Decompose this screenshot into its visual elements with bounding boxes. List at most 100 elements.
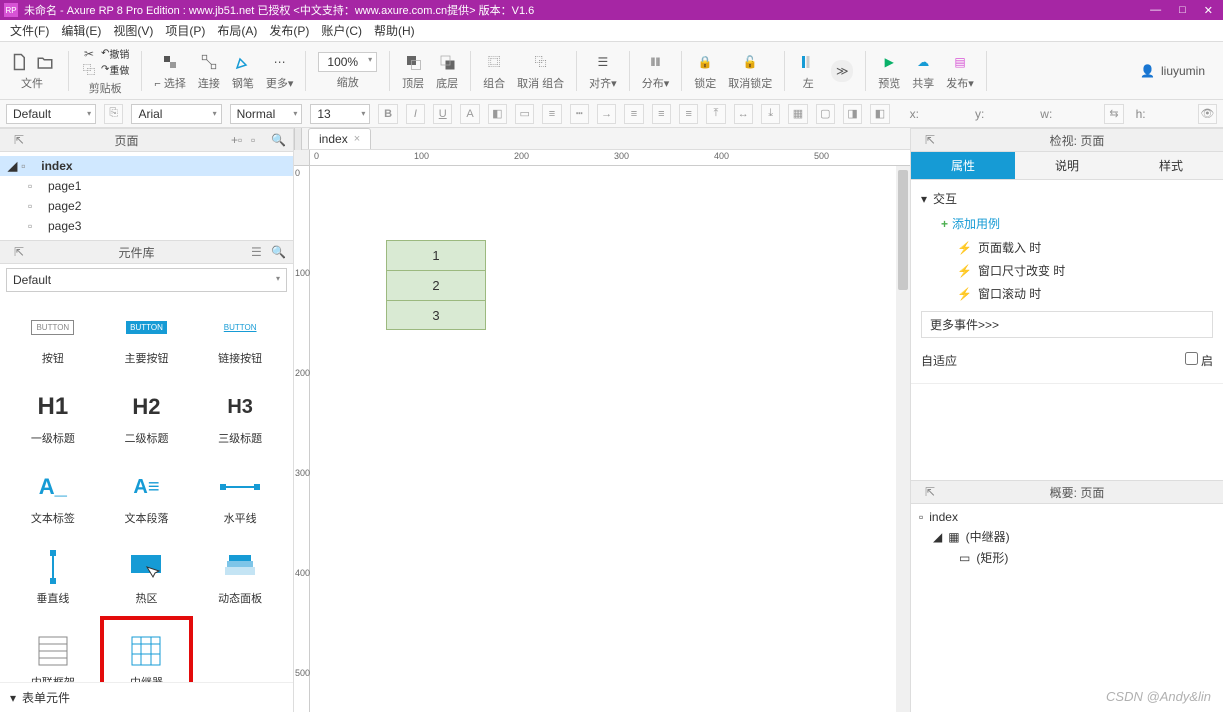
group-icon[interactable]: ⿴ — [483, 51, 505, 73]
menu-view[interactable]: 视图(V) — [107, 22, 159, 39]
fill-button[interactable]: ▦ — [788, 104, 807, 124]
border-outer[interactable]: ▢ — [816, 104, 835, 124]
align-left-icon[interactable] — [797, 51, 819, 73]
widget-iframe[interactable]: 内联框架 — [6, 616, 100, 682]
menu-edit[interactable]: 编辑(E) — [55, 22, 107, 39]
weight-combo[interactable]: Normal — [230, 104, 303, 124]
widget-repeater[interactable]: 中继器 — [100, 616, 194, 682]
publish-icon[interactable]: ▤ — [949, 51, 971, 73]
connect-tool-icon[interactable] — [198, 51, 220, 73]
font-combo[interactable]: Arial — [131, 104, 221, 124]
arrow-button[interactable]: → — [597, 104, 616, 124]
widget-text-label[interactable]: A_文本标签 — [6, 456, 100, 536]
widget-dynamic-panel[interactable]: 动态面板 — [193, 536, 287, 616]
border-button[interactable]: ▭ — [515, 104, 534, 124]
h-input[interactable] — [1154, 105, 1190, 123]
library-combo[interactable]: Default — [6, 268, 287, 292]
menu-file[interactable]: 文件(F) — [4, 22, 55, 39]
search-pages-icon[interactable]: 🔍 — [271, 133, 285, 147]
fontsize-combo[interactable]: 13 — [310, 104, 370, 124]
menu-layout[interactable]: 布局(A) — [211, 22, 263, 39]
event-page-load[interactable]: ⚡页面载入 时 — [921, 236, 1213, 259]
style-combo[interactable]: Default — [6, 104, 96, 124]
repeater-widget[interactable]: 1 2 3 — [386, 240, 486, 330]
interactions-header[interactable]: ▾交互 — [921, 186, 1213, 211]
copy-icon[interactable]: ⿻ — [81, 62, 97, 78]
style-manager-icon[interactable]: ⎘ — [104, 104, 123, 124]
lock-aspect-icon[interactable]: ⇆ — [1104, 104, 1123, 124]
x-input[interactable] — [927, 105, 963, 123]
align-right-text[interactable]: ≡ — [679, 104, 698, 124]
add-page-icon[interactable]: +▫ — [231, 133, 245, 147]
redo-button[interactable]: ↷ 重做 — [101, 62, 129, 78]
cut-icon[interactable]: ✂ — [81, 46, 97, 62]
align-left-text[interactable]: ≡ — [624, 104, 643, 124]
form-widgets-section[interactable]: ▾ 表单元件 — [0, 682, 293, 712]
page-item[interactable]: ▫page2 — [0, 196, 293, 216]
widget-text-paragraph[interactable]: A≡文本段落 — [100, 456, 194, 536]
undo-button[interactable]: ↶ 撤销 — [101, 46, 129, 62]
preview-icon[interactable]: ▶ — [878, 51, 900, 73]
italic-button[interactable]: I — [406, 104, 425, 124]
zoom-input[interactable]: 100% — [318, 52, 377, 72]
collapse-icon[interactable]: ⇱ — [14, 133, 28, 147]
align-center-text[interactable]: ≡ — [652, 104, 671, 124]
tab-notes[interactable]: 说明 — [1015, 152, 1119, 180]
menu-publish[interactable]: 发布(P) — [263, 22, 315, 39]
more-tools-icon[interactable]: ≫ — [831, 60, 853, 82]
distribute-icon[interactable]: ‖‖ — [644, 51, 666, 73]
outline-root[interactable]: ▫index — [919, 508, 1215, 526]
widget-h1[interactable]: H1一级标题 — [6, 376, 100, 456]
list-view-icon[interactable]: ☰ — [251, 245, 265, 259]
canvas-tab[interactable]: index × — [308, 128, 371, 149]
y-input[interactable] — [992, 105, 1028, 123]
line-style-button[interactable]: ┅ — [570, 104, 589, 124]
more-events-button[interactable]: 更多事件>>> — [921, 311, 1213, 338]
align-middle[interactable]: ↔ — [734, 104, 753, 124]
outline-repeater[interactable]: ◢▦(中继器) — [919, 526, 1215, 547]
search-widgets-icon[interactable]: 🔍 — [271, 245, 285, 259]
tab-properties[interactable]: 属性 — [911, 152, 1015, 180]
page-root[interactable]: ◢ ▫ index — [0, 156, 293, 176]
bring-front-icon[interactable] — [402, 51, 424, 73]
ungroup-icon[interactable]: ⿻ — [530, 51, 552, 73]
repeater-row[interactable]: 2 — [386, 270, 486, 300]
select-tool-icon[interactable] — [159, 51, 181, 73]
align-bottom[interactable]: ⤓ — [761, 104, 780, 124]
menu-help[interactable]: 帮助(H) — [368, 22, 421, 39]
close-button[interactable]: ✕ — [1204, 4, 1213, 17]
design-canvas[interactable]: 1 2 3 — [310, 166, 910, 712]
collapse-icon[interactable]: ⇱ — [14, 245, 28, 259]
username[interactable]: liuyumin — [1161, 64, 1205, 78]
vertical-scrollbar[interactable] — [896, 166, 910, 712]
menu-account[interactable]: 账户(C) — [315, 22, 368, 39]
widget-primary-button[interactable]: BUTTON主要按钮 — [100, 296, 194, 376]
widget-hotspot[interactable]: 热区 — [100, 536, 194, 616]
close-tab-icon[interactable]: × — [354, 133, 360, 145]
widget-link-button[interactable]: BUTTON链接按钮 — [193, 296, 287, 376]
more-icon[interactable]: ⋯ — [269, 51, 291, 73]
widget-button[interactable]: BUTTON按钮 — [6, 296, 100, 376]
page-item[interactable]: ▫page1 — [0, 176, 293, 196]
new-file-icon[interactable] — [8, 51, 30, 73]
event-window-resize[interactable]: ⚡窗口尺寸改变 时 — [921, 259, 1213, 282]
widget-vline[interactable]: 垂直线 — [6, 536, 100, 616]
collapse-icon[interactable]: ⇱ — [925, 485, 939, 499]
page-item[interactable]: ▫page3 — [0, 216, 293, 236]
adaptive-checkbox[interactable]: 启 — [1185, 352, 1213, 369]
repeater-row[interactable]: 3 — [386, 300, 486, 330]
fill-color-button[interactable]: ◧ — [488, 104, 507, 124]
repeater-row[interactable]: 1 — [386, 240, 486, 270]
underline-button[interactable]: U — [433, 104, 452, 124]
open-folder-icon[interactable] — [34, 51, 56, 73]
bold-button[interactable]: B — [378, 104, 397, 124]
shadow-outer[interactable]: ◧ — [870, 104, 889, 124]
menu-project[interactable]: 项目(P) — [159, 22, 211, 39]
unlock-icon[interactable]: 🔓 — [739, 51, 761, 73]
maximize-button[interactable]: □ — [1179, 4, 1186, 17]
text-color-button[interactable]: A — [460, 104, 479, 124]
align-icon[interactable]: ☰ — [592, 51, 614, 73]
widget-h3[interactable]: H3三级标题 — [193, 376, 287, 456]
w-input[interactable] — [1060, 105, 1096, 123]
pen-tool-icon[interactable] — [232, 51, 254, 73]
